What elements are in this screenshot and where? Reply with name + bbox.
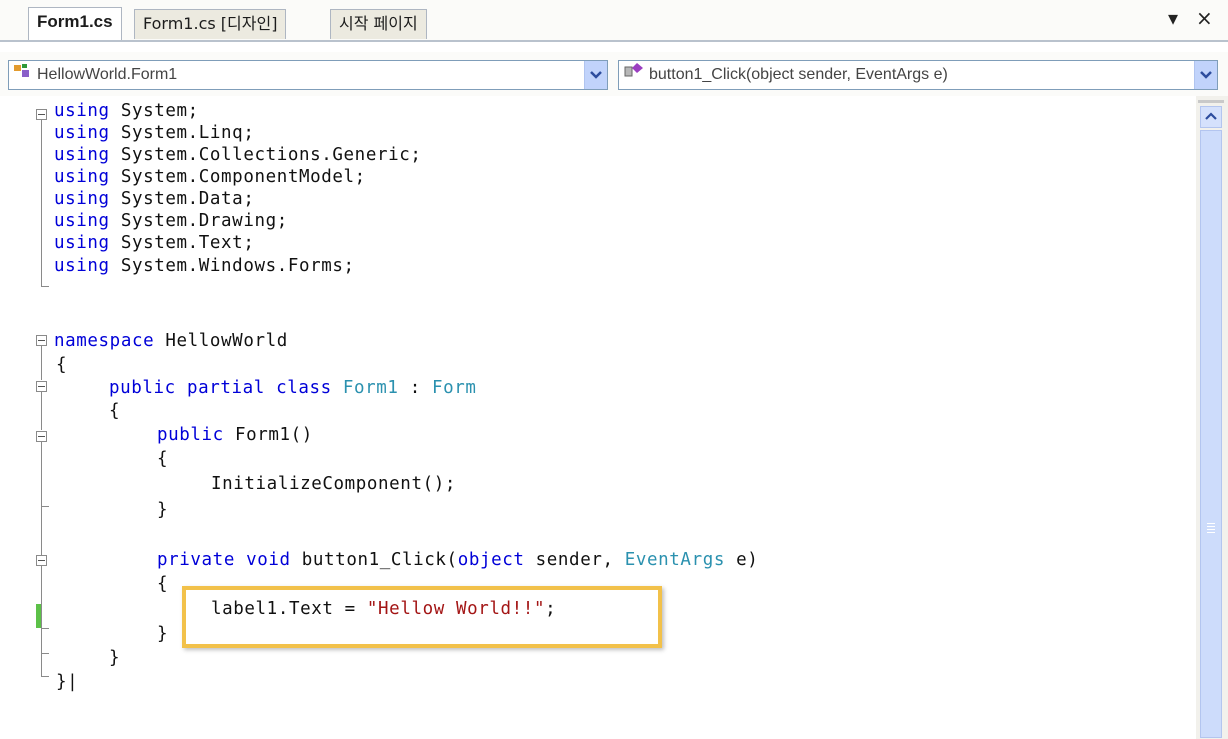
outline-guide-end [41,676,49,677]
collapse-constructor-icon[interactable] [36,431,47,442]
code-line: { [157,574,169,594]
collapse-class-icon[interactable] [36,381,47,392]
chevron-up-icon [1205,112,1217,120]
highlight-box [182,586,662,648]
code-line: } [109,648,121,668]
outline-guide-end [41,286,49,287]
member-selector-dropdown[interactable]: button1_Click(object sender, EventArgs e… [618,60,1218,90]
code-line: using System; [54,101,199,121]
thumb-grip [1207,532,1215,533]
tab-form1-designer[interactable]: Form1.cs [디자인] [134,9,287,39]
code-line: InitializeComponent(); [211,474,456,494]
code-line: private void button1_Click(object sender… [157,550,759,570]
code-line: using System.Data; [54,189,255,209]
code-line: namespace HellowWorld [54,331,288,351]
code-line: public Form1() [157,425,313,445]
code-line: { [56,355,68,375]
changed-line-marker [36,604,41,628]
outline-guide [41,442,42,566]
code-editor[interactable]: using System; using System.Linq; using S… [0,96,1196,739]
tab-start-page[interactable]: 시작 페이지 [330,9,427,39]
splitter-handle[interactable] [1198,100,1224,103]
code-line: } [157,500,169,520]
code-line: using System.Collections.Generic; [54,145,422,165]
thumb-grip [1207,526,1215,527]
class-icon [13,61,33,89]
tab-form1-cs[interactable]: Form1.cs [28,7,122,40]
vertical-scrollbar[interactable] [1196,96,1228,739]
tab-strip-divider [0,40,1228,42]
collapse-using-icon[interactable] [36,109,47,120]
code-line: using System.Drawing; [54,211,288,231]
navigation-bar: HellowWorld.Form1 button1_Click(object s… [0,52,1228,96]
code-line: using System.Windows.Forms; [54,256,355,276]
outline-guide [41,392,42,430]
document-tab-strip: Form1.cs Form1.cs [디자인] 시작 페이지 ▾ × [0,0,1228,42]
member-dropdown-arrow-icon[interactable] [1194,61,1217,89]
code-line: { [109,401,121,421]
thumb-grip [1207,529,1215,530]
class-selector-dropdown[interactable]: HellowWorld.Form1 [8,60,608,90]
scroll-thumb[interactable] [1200,130,1222,738]
class-selector-value: HellowWorld.Form1 [37,66,178,84]
method-icon [623,61,645,89]
collapse-namespace-icon[interactable] [36,335,47,346]
code-line: using System.ComponentModel; [54,167,366,187]
outline-guide-end [41,628,49,629]
window-list-dropdown-icon[interactable]: ▾ [1168,6,1178,30]
code-line: public partial class Form1 : Form [109,378,477,398]
scroll-up-button[interactable] [1200,106,1222,128]
code-line: } [157,624,169,644]
thumb-grip [1207,523,1215,524]
close-document-icon[interactable]: × [1196,6,1213,30]
outline-guide-end [41,653,49,654]
outline-guide [41,346,42,380]
class-dropdown-arrow-icon[interactable] [584,61,607,89]
outline-guide [41,566,42,676]
code-line: using System.Linq; [54,123,255,143]
collapse-method-icon[interactable] [36,555,47,566]
member-selector-value: button1_Click(object sender, EventArgs e… [649,66,948,84]
code-line: { [157,449,169,469]
code-line: using System.Text; [54,233,255,253]
outline-guide-end [41,506,49,507]
outline-guide [41,120,42,286]
code-line: }| [56,672,79,692]
